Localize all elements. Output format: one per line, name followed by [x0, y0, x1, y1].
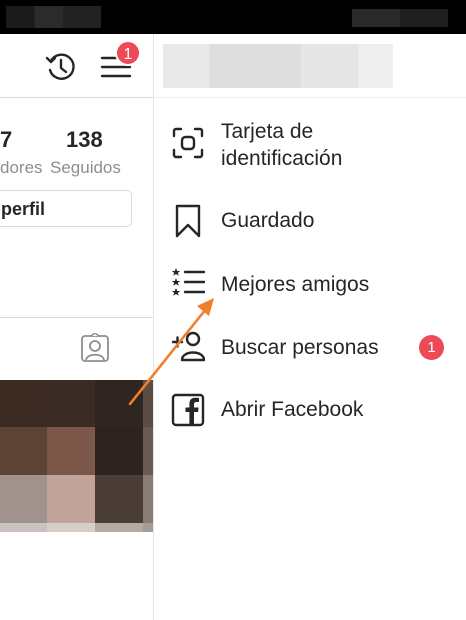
status-bar-left-blurred	[6, 6, 101, 28]
close-friends-list-icon	[171, 268, 205, 296]
nametag-icon	[172, 127, 204, 159]
drawer-item-close-friends-label: Mejores amigos	[221, 273, 370, 296]
bookmark-icon	[175, 204, 201, 238]
drawer-item-open-facebook-label: Abrir Facebook	[221, 398, 364, 421]
following-label: Seguidos	[50, 158, 121, 177]
drawer-item-discover-people-label: Buscar personas	[221, 336, 379, 359]
drawer-header-divider	[153, 97, 466, 98]
drawer-item-saved-label: Guardado	[221, 209, 315, 232]
profile-tabs-divider	[0, 317, 153, 318]
followers-count[interactable]: 7	[0, 127, 12, 153]
drawer-item-nametag-label: Tarjeta de identificación	[221, 120, 343, 170]
edit-profile-button[interactable]: perfil	[0, 190, 132, 227]
profile-header-divider	[0, 97, 153, 98]
status-bar-right-blurred	[352, 9, 448, 27]
add-person-icon	[171, 331, 205, 362]
blurred-photo-grid[interactable]	[0, 380, 155, 532]
following-count[interactable]: 138	[66, 127, 103, 153]
edit-profile-label: perfil	[1, 199, 46, 219]
facebook-icon	[171, 393, 205, 427]
drawer-item-nametag[interactable]: Tarjeta de identificación	[165, 118, 465, 174]
followers-label: dores	[0, 158, 43, 177]
activity-history-icon[interactable]	[44, 50, 78, 84]
tagged-photos-icon[interactable]	[80, 333, 110, 363]
drawer-item-open-facebook[interactable]: Abrir Facebook	[165, 393, 465, 427]
discover-people-badge: 1	[419, 335, 444, 360]
username-blurred	[163, 44, 393, 88]
drawer-item-close-friends[interactable]: Mejores amigos	[165, 268, 465, 302]
profile-panel	[0, 34, 153, 620]
status-bar	[0, 0, 466, 34]
menu-notification-badge: 1	[115, 40, 141, 66]
drawer-item-saved[interactable]: Guardado	[165, 204, 465, 238]
